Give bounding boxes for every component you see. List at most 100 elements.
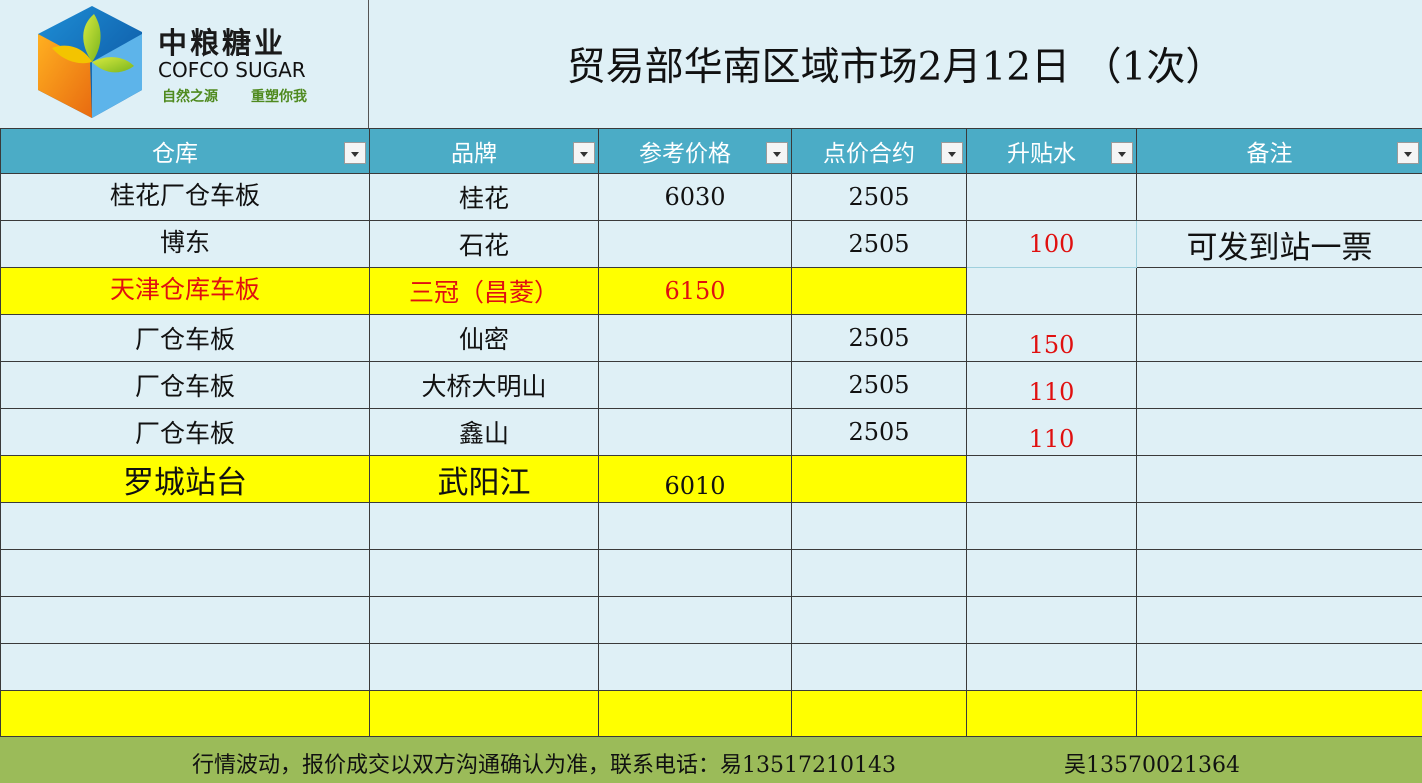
cell-empty[interactable] [369,502,599,550]
filter-dropdown-icon[interactable] [766,142,788,164]
cell-brand[interactable]: 武阳江 [369,455,599,503]
column-header-contract: 点价合约 [791,128,967,174]
column-header-brand: 品牌 [369,128,599,174]
cell-note[interactable] [1136,314,1422,362]
cell-empty[interactable] [598,596,792,644]
cell-premium[interactable] [966,455,1137,503]
table-row-empty [0,643,1422,691]
cell-premium[interactable]: 150 [966,314,1137,362]
cell-brand[interactable]: 鑫山 [369,408,599,456]
cell-brand[interactable]: 三冠（昌菱） [369,267,599,315]
table-row: 博东 石花 2505 100 可发到站一票 [0,220,1422,268]
filter-dropdown-icon[interactable] [941,142,963,164]
price-table: 仓库 品牌 参考价格 点价合约 升贴水 备注 桂花厂仓车板 桂花 6030 25… [0,128,1422,738]
cell-brand[interactable]: 石花 [369,220,599,268]
cell-empty[interactable] [1136,596,1422,644]
cell-empty[interactable] [1136,502,1422,550]
cell-empty[interactable] [598,643,792,691]
cell-warehouse[interactable]: 厂仓车板 [0,314,370,362]
cell-empty[interactable] [791,643,967,691]
cell-empty[interactable] [1136,690,1422,738]
table-row: 天津仓库车板 三冠（昌菱） 6150 [0,267,1422,315]
cell-price[interactable] [598,361,792,409]
cell-premium[interactable]: 110 [966,408,1137,456]
cell-contract[interactable] [791,267,967,315]
cell-empty[interactable] [966,549,1137,597]
column-header-note: 备注 [1136,128,1422,174]
filter-dropdown-icon[interactable] [1397,142,1419,164]
price-sheet: 中粮糖业 COFCO SUGAR 自然之源 重塑你我 贸易部华南区域市场2月12… [0,0,1422,783]
cell-empty[interactable] [791,549,967,597]
cell-note[interactable] [1136,455,1422,503]
cell-empty[interactable] [791,596,967,644]
column-header-price: 参考价格 [598,128,792,174]
cell-empty[interactable] [369,549,599,597]
cell-empty[interactable] [0,690,370,738]
cell-price[interactable]: 6010 [598,455,792,503]
sheet-title: 贸易部华南区域市场2月12日 （1次） [566,45,1225,90]
brand-slogan-2: 重塑你我 [251,89,307,105]
cell-empty[interactable] [369,596,599,644]
filter-dropdown-icon[interactable] [344,142,366,164]
cell-warehouse[interactable]: 厂仓车板 [0,361,370,409]
cell-price[interactable] [598,220,792,268]
cell-price[interactable] [598,314,792,362]
cell-empty[interactable] [369,643,599,691]
cell-contract[interactable]: 2505 [791,408,967,456]
cell-warehouse[interactable]: 厂仓车板 [0,408,370,456]
table-row-empty [0,549,1422,597]
cell-premium[interactable] [966,173,1137,221]
cell-empty[interactable] [598,549,792,597]
cell-empty[interactable] [791,502,967,550]
cell-contract[interactable]: 2505 [791,220,967,268]
cell-price[interactable]: 6150 [598,267,792,315]
cell-empty[interactable] [0,502,370,550]
cell-contract[interactable]: 2505 [791,361,967,409]
cell-note[interactable]: 可发到站一票 [1136,220,1422,268]
cell-empty[interactable] [966,502,1137,550]
cell-price[interactable] [598,408,792,456]
cell-warehouse[interactable]: 天津仓库车板 [0,267,370,315]
table-row-empty [0,690,1422,738]
cell-note[interactable] [1136,267,1422,315]
cell-brand[interactable]: 大桥大明山 [369,361,599,409]
cell-note[interactable] [1136,361,1422,409]
footer-contact-2: 吴13570021364 [1064,753,1240,778]
cell-premium[interactable]: 110 [966,361,1137,409]
cell-contract[interactable]: 2505 [791,314,967,362]
footer-notice: 行情波动，报价成交以双方沟通确认为准，联系电话：易13517210143 [192,753,896,778]
cell-premium[interactable] [966,267,1137,315]
cell-empty[interactable] [0,549,370,597]
cell-empty[interactable] [369,690,599,738]
cell-price[interactable]: 6030 [598,173,792,221]
cell-empty[interactable] [598,502,792,550]
cell-empty[interactable] [1136,643,1422,691]
cell-empty[interactable] [791,690,967,738]
table-row: 厂仓车板 鑫山 2505 110 [0,408,1422,456]
cell-empty[interactable] [966,596,1137,644]
cell-warehouse[interactable]: 罗城站台 [0,455,370,503]
cell-note[interactable] [1136,408,1422,456]
cofco-logo-icon [38,6,142,118]
brand-slogan-1: 自然之源 [162,89,218,105]
cell-note[interactable] [1136,173,1422,221]
column-header-warehouse: 仓库 [0,128,370,174]
cell-empty[interactable] [598,690,792,738]
cell-warehouse[interactable]: 博东 [0,220,370,268]
table-header-row: 仓库 品牌 参考价格 点价合约 升贴水 备注 [0,128,1422,174]
filter-dropdown-icon[interactable] [1111,142,1133,164]
cell-brand[interactable]: 仙密 [369,314,599,362]
cell-contract[interactable]: 2505 [791,173,967,221]
cell-empty[interactable] [0,643,370,691]
cell-warehouse[interactable]: 桂花厂仓车板 [0,173,370,221]
cell-premium[interactable]: 100 [966,220,1137,268]
filter-dropdown-icon[interactable] [573,142,595,164]
brand-name-en: COFCO SUGAR [158,58,306,82]
cell-empty[interactable] [1136,549,1422,597]
cell-empty[interactable] [966,690,1137,738]
cell-empty[interactable] [0,596,370,644]
cell-brand[interactable]: 桂花 [369,173,599,221]
cell-contract[interactable] [791,455,967,503]
logo-cell: 中粮糖业 COFCO SUGAR 自然之源 重塑你我 [0,0,369,128]
cell-empty[interactable] [966,643,1137,691]
